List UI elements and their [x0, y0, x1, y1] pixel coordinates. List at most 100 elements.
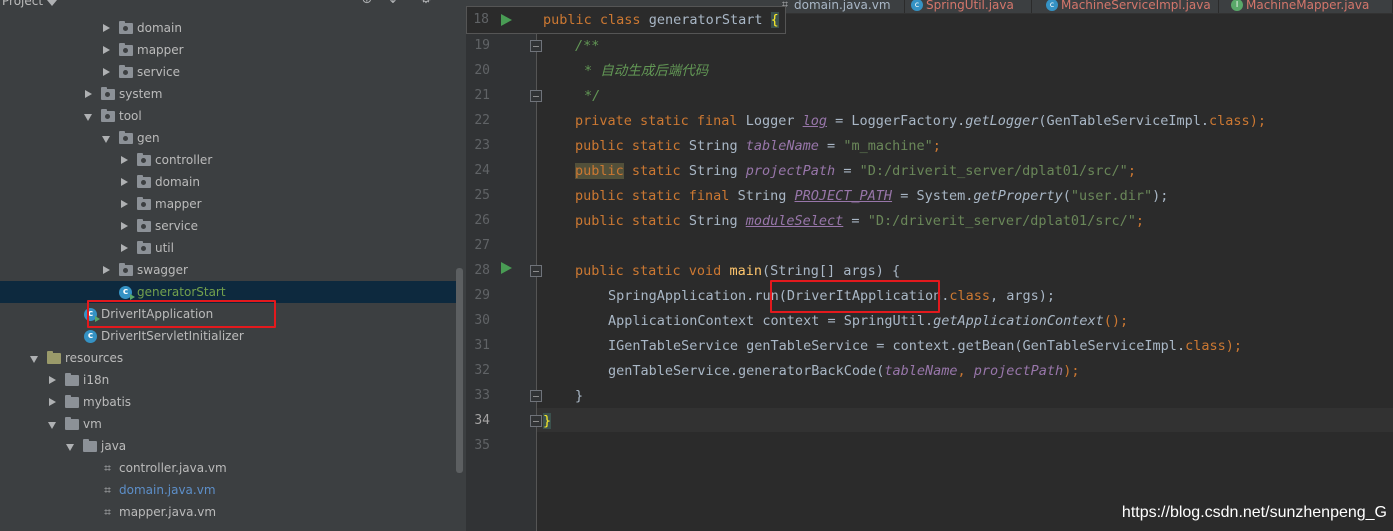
tree-node-java[interactable]: java	[0, 435, 460, 457]
code-field: tableName	[884, 363, 958, 379]
expand-arrow-icon[interactable]	[49, 398, 56, 406]
expand-arrow-icon[interactable]	[121, 156, 128, 164]
expand-arrow-icon[interactable]	[121, 244, 128, 252]
tree-node-i18n[interactable]: i18n	[0, 369, 460, 391]
code-text: = System.	[900, 188, 974, 204]
tree-node-domain[interactable]: domain	[0, 17, 460, 39]
folder-icon	[65, 417, 79, 430]
run-class-icon[interactable]	[501, 14, 512, 26]
expand-arrow-icon[interactable]	[121, 222, 128, 230]
tree-node-gen[interactable]: gen	[0, 127, 460, 149]
package-folder-icon	[137, 241, 151, 254]
code-line-33: }	[575, 384, 583, 408]
fold-toggle-icon[interactable]	[530, 390, 542, 402]
tree-node-label: domain	[137, 21, 182, 35]
tree-node-mybatis[interactable]: mybatis	[0, 391, 460, 413]
code-punct: ,	[957, 363, 966, 379]
collapse-arrow-icon[interactable]	[66, 444, 74, 451]
fold-toggle-icon[interactable]	[530, 415, 542, 427]
expand-arrow-icon[interactable]	[121, 178, 128, 186]
fold-toggle-icon[interactable]	[530, 40, 542, 52]
collapse-arrow-icon[interactable]	[102, 136, 110, 143]
code-text: ApplicationContext context = SpringUtil.	[608, 313, 934, 329]
tree-node-label: i18n	[83, 373, 110, 387]
expand-arrow-icon[interactable]	[103, 24, 110, 32]
code-punct: );	[1063, 363, 1080, 379]
hide-panel-icon[interactable]: –	[442, 0, 458, 8]
collapse-arrow-icon[interactable]	[30, 356, 38, 363]
package-folder-icon	[119, 43, 133, 56]
tab-domain-java-vm[interactable]: ⌗ domain.java.vm	[774, 0, 905, 13]
tree-node-vm[interactable]: vm	[0, 413, 460, 435]
expand-arrow-icon[interactable]	[103, 266, 110, 274]
collapse-arrow-icon[interactable]	[84, 114, 92, 121]
project-view-selector[interactable]: Project	[2, 0, 43, 8]
collapse-arrow-icon[interactable]	[48, 422, 56, 429]
template-file-icon: ⌗	[104, 483, 111, 497]
code-type: String	[737, 188, 787, 204]
expand-arrow-icon[interactable]	[103, 46, 110, 54]
editor-gutter: 19 20 21 22 23 24 25 26 27 28 29 30 31 3…	[466, 14, 542, 531]
tree-node-system[interactable]: system	[0, 83, 460, 105]
tree-node-swagger[interactable]: swagger	[0, 259, 460, 281]
expand-arrow-icon[interactable]	[85, 90, 92, 98]
tree-node-label: util	[155, 241, 174, 255]
sticky-class-header[interactable]: 18 public class generatorStart {	[466, 6, 786, 34]
tree-node-driveritservletinitializer[interactable]: c DriverItServletInitializer	[0, 325, 460, 347]
tree-node-mapper-java-vm[interactable]: ⌗ mapper.java.vm	[0, 501, 460, 523]
code-line-19: /**	[575, 34, 599, 58]
line-number: 22	[474, 113, 490, 128]
sticky-code-line: public class generatorStart {	[543, 10, 779, 30]
expand-arrow-icon[interactable]	[103, 68, 110, 76]
tab-machineserviceimpl-java[interactable]: c MachineServiceImpl.java	[1041, 0, 1219, 13]
fold-toggle-icon[interactable]	[530, 90, 542, 102]
fold-toggle-icon[interactable]	[530, 265, 542, 277]
tree-node-mapper[interactable]: mapper	[0, 39, 460, 61]
tab-machinemapper-java[interactable]: I MachineMapper.java	[1226, 0, 1393, 13]
line-number: 20	[474, 63, 490, 78]
code-editor[interactable]: 19 20 21 22 23 24 25 26 27 28 29 30 31 3…	[466, 14, 1393, 531]
chevron-down-icon[interactable]	[47, 0, 57, 6]
tree-node-service[interactable]: service	[0, 215, 460, 237]
code-text: = LoggerFactory.	[835, 113, 966, 129]
line-number: 32	[474, 363, 490, 378]
code-punct: ;	[932, 138, 941, 154]
tree-node-domain-java-vm[interactable]: ⌗ domain.java.vm	[0, 479, 460, 501]
line-number: 31	[474, 338, 490, 353]
run-main-icon[interactable]	[501, 262, 512, 274]
gear-icon[interactable]: ⚙	[418, 0, 434, 8]
tree-node-controller-java-vm[interactable]: ⌗ controller.java.vm	[0, 457, 460, 479]
crosshair-locate-icon[interactable]: ⊕	[359, 0, 375, 8]
code-keyword: public	[575, 163, 624, 179]
package-folder-icon	[137, 197, 151, 210]
tab-label: SpringUtil.java	[926, 0, 1014, 12]
code-static-method: getProperty	[973, 188, 1063, 204]
tree-node-util[interactable]: util	[0, 237, 460, 259]
package-folder-icon	[101, 87, 115, 100]
code-field: log	[802, 113, 828, 129]
tree-node-label: mapper.java.vm	[119, 505, 217, 519]
tree-node-service[interactable]: service	[0, 61, 460, 83]
collapse-all-icon[interactable]: ⇟	[385, 0, 401, 8]
expand-arrow-icon[interactable]	[121, 200, 128, 208]
code-keyword: public static	[575, 213, 681, 229]
code-text: =	[843, 163, 852, 179]
tree-node-mapper[interactable]: mapper	[0, 193, 460, 215]
expand-arrow-icon[interactable]	[49, 376, 56, 384]
tree-node-tool[interactable]: tool	[0, 105, 460, 127]
project-panel-scrollbar[interactable]	[456, 268, 463, 473]
line-number: 34	[474, 413, 490, 428]
code-punct: ;	[1135, 213, 1145, 229]
tree-node-resources[interactable]: resources	[0, 347, 460, 369]
code-keyword: class	[1185, 338, 1226, 354]
tree-node-domain[interactable]: domain	[0, 171, 460, 193]
code-string: "D:/driverit_server/dplat01/src/"	[859, 163, 1128, 179]
tree-node-controller[interactable]: controller	[0, 149, 460, 171]
doc-comment-close: */	[584, 88, 601, 104]
code-type: String	[688, 163, 738, 179]
tree-node-label: domain	[155, 175, 200, 189]
tree-node-label: vm	[83, 417, 102, 431]
tab-springutil-java[interactable]: c SpringUtil.java	[906, 0, 1032, 13]
java-interface-icon: I	[1231, 0, 1243, 11]
package-folder-icon	[119, 65, 133, 78]
